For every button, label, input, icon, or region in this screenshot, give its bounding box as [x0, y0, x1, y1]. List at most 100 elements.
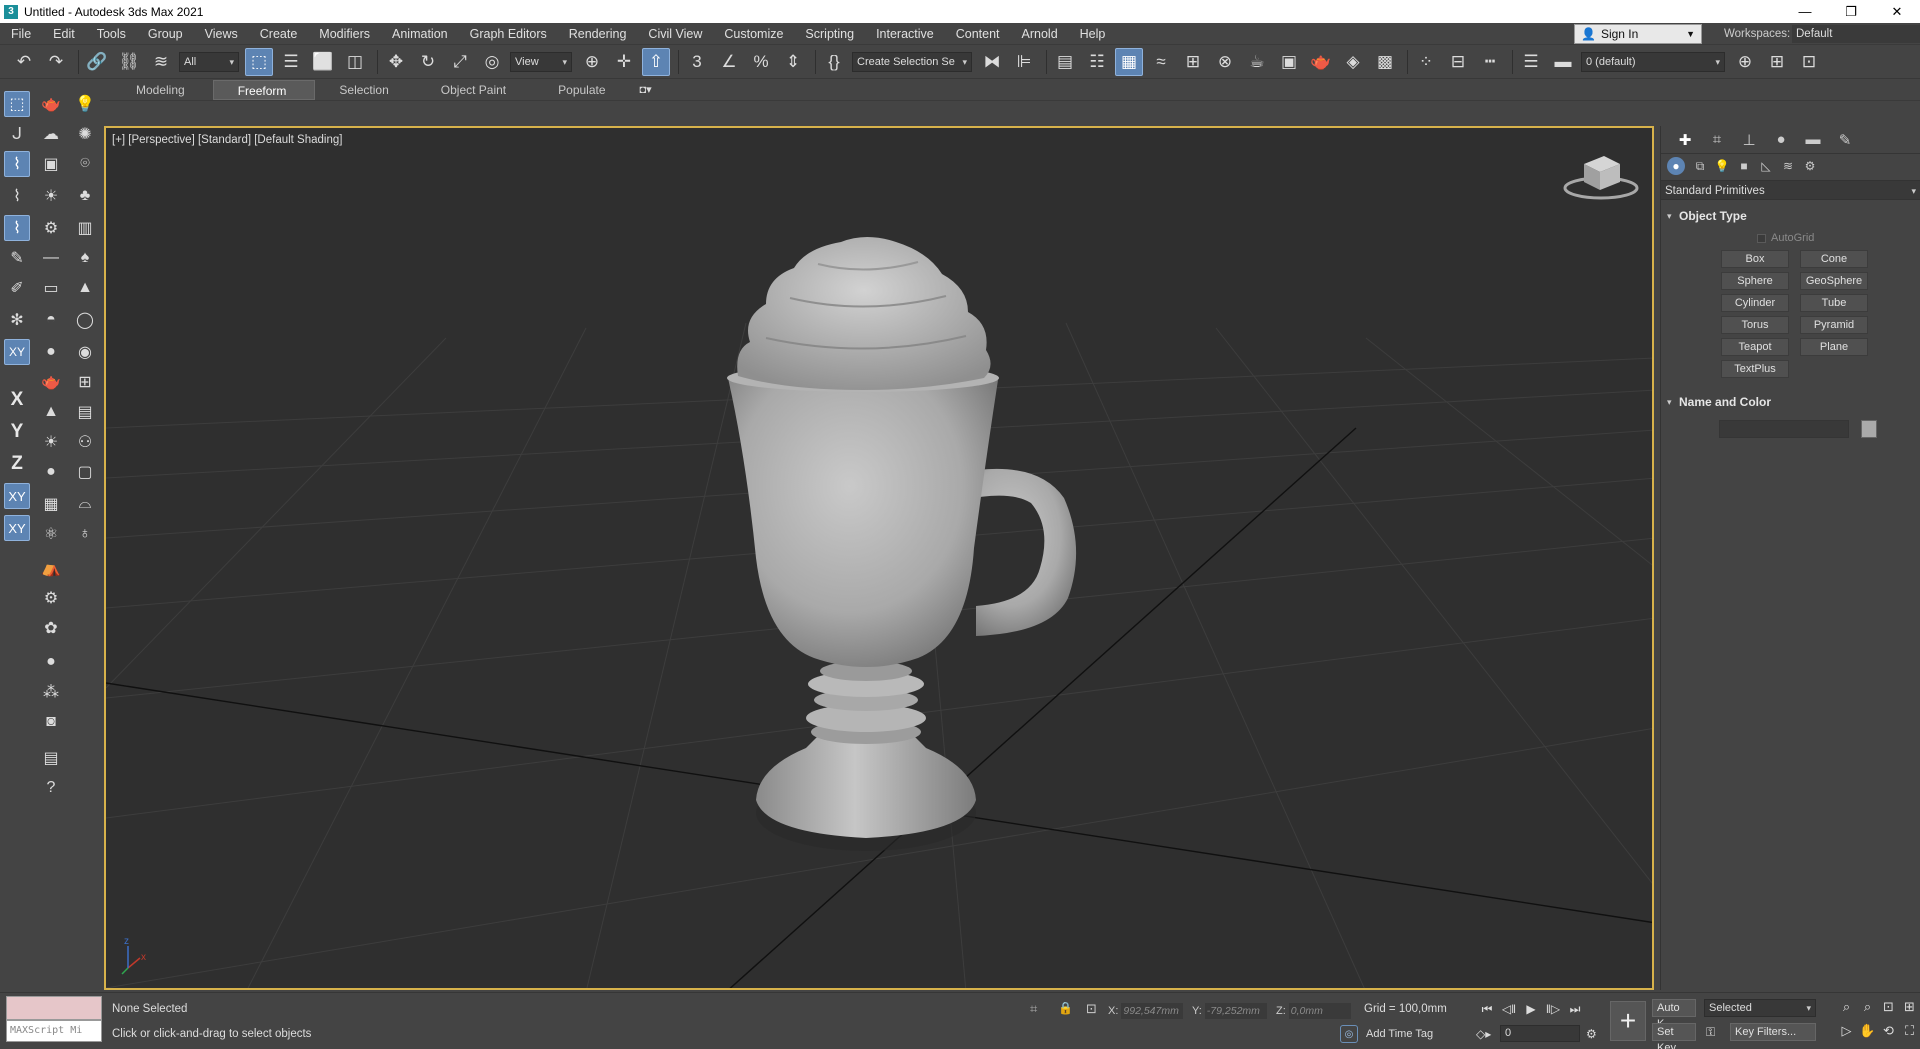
name-and-color-rollout[interactable]: Name and Color	[1661, 392, 1920, 412]
gizmo-icon[interactable]: ⚙	[38, 215, 64, 241]
close-icon[interactable]: ✕	[1874, 0, 1920, 23]
go-to-end-icon[interactable]: ⏭	[1564, 999, 1586, 1019]
paint-select-icon[interactable]: ⌇	[4, 183, 30, 209]
select-region-icon[interactable]: ⬚	[4, 91, 30, 117]
key-selection-dropdown[interactable]: Selected	[1704, 999, 1816, 1017]
space-warps-icon[interactable]: ≋	[1777, 156, 1799, 176]
cone-icon[interactable]: ▲	[38, 399, 64, 425]
bind-spacewarp-icon[interactable]: ≋	[147, 48, 175, 76]
shapes-icon[interactable]: ⧉	[1689, 156, 1711, 176]
create-tab-icon[interactable]: ✚	[1669, 128, 1701, 152]
unlink-icon[interactable]: ⛓	[115, 48, 143, 76]
object-name-field[interactable]	[1719, 420, 1849, 438]
plane-button[interactable]: Plane	[1800, 338, 1868, 356]
zoom-icon[interactable]: ⌕	[1836, 997, 1857, 1017]
modify-tab-icon[interactable]: ⌗	[1701, 128, 1733, 152]
select-object-icon[interactable]: ⬚	[245, 47, 273, 76]
pyramid-icon[interactable]: ▲	[72, 275, 98, 301]
snowflake-icon[interactable]: ✻	[4, 307, 30, 333]
toggle-ribbon-icon[interactable]: ▦	[1115, 47, 1143, 76]
menu-modifiers[interactable]: Modifiers	[308, 23, 381, 45]
motion-tab-icon[interactable]: ●	[1765, 128, 1797, 152]
camera-icon[interactable]: ⌾	[72, 151, 98, 177]
hierarchy-tab-icon[interactable]: ⊥	[1733, 128, 1765, 152]
mouse-icon[interactable]: ⚇	[72, 429, 98, 455]
sphere-button[interactable]: Sphere	[1721, 272, 1789, 290]
cylinder-button[interactable]: Cylinder	[1721, 294, 1789, 312]
create-new-layer-icon[interactable]: ⊕	[1731, 48, 1759, 76]
add-time-tag[interactable]: ◎ Add Time Tag	[1340, 1025, 1433, 1043]
key-mode-icon[interactable]: ◇▸	[1476, 1027, 1496, 1041]
perspective-viewport[interactable]: x z [+] [Perspective] [Standard] [Defaul…	[104, 126, 1654, 990]
mug-model[interactable]	[727, 237, 1077, 851]
utilities-tab-icon[interactable]: ✎	[1829, 128, 1861, 152]
isolate-selection-icon[interactable]: ⌗	[1030, 1001, 1037, 1017]
menu-graph-editors[interactable]: Graph Editors	[459, 23, 558, 45]
axis-z-icon[interactable]: Z	[4, 451, 30, 477]
bulb-outline-icon[interactable]: ♁	[72, 521, 98, 547]
grass-icon[interactable]: ✿	[38, 615, 64, 641]
zoom-extents-all-icon[interactable]: ⊞	[1899, 997, 1920, 1017]
menu-content[interactable]: Content	[945, 23, 1011, 45]
maxscript-input[interactable]: MAXScript Mi	[6, 1020, 102, 1042]
key-filters-button[interactable]: Key Filters...	[1730, 1023, 1816, 1041]
panel-icon[interactable]: ▤	[72, 399, 98, 425]
schematic-view-icon[interactable]: ⊞	[1179, 48, 1207, 76]
clipboard-icon[interactable]: ▤	[38, 745, 64, 771]
gear-icon[interactable]: ⚙	[38, 585, 64, 611]
light-helper-icon[interactable]: ☀	[38, 183, 64, 209]
helpers-icon[interactable]: ◺	[1755, 156, 1777, 176]
y-field[interactable]: -79,252mm	[1204, 1003, 1267, 1019]
menu-help[interactable]: Help	[1069, 23, 1117, 45]
select-by-name-icon[interactable]: ☰	[277, 48, 305, 76]
current-frame-field[interactable]: 0	[1500, 1025, 1580, 1042]
teapot-button[interactable]: Teapot	[1721, 338, 1789, 356]
percent-snap-icon[interactable]: %	[747, 48, 775, 76]
snap-grid-icon[interactable]: ⊟	[1444, 48, 1472, 76]
box-outline-icon[interactable]: ▢	[72, 459, 98, 485]
torus-button[interactable]: Torus	[1721, 316, 1789, 334]
pivot-center-icon[interactable]: ⊕	[578, 48, 606, 76]
reference-coordinate-dropdown[interactable]: View	[510, 51, 572, 72]
layer-toggle-icon[interactable]: ▬	[1549, 48, 1577, 76]
named-selection-dropdown[interactable]: Create Selection Se	[852, 51, 972, 72]
grid-toggle-icon[interactable]: ⁘	[1412, 48, 1440, 76]
curve-editor-icon[interactable]: ≈	[1147, 48, 1175, 76]
menu-rendering[interactable]: Rendering	[558, 23, 638, 45]
cameras-icon[interactable]: ■	[1733, 156, 1755, 176]
ribbon-options-icon[interactable]: ◘▾	[640, 83, 666, 97]
menu-interactive[interactable]: Interactive	[865, 23, 945, 45]
render-setup-icon[interactable]: ☕	[1243, 48, 1271, 76]
sign-in-dropdown[interactable]: 👤 Sign In ▼	[1574, 24, 1702, 44]
pan-icon[interactable]: ✋	[1857, 1021, 1878, 1041]
lights-icon[interactable]: 💡	[1711, 156, 1733, 176]
gold-sphere-icon[interactable]: ●	[38, 459, 64, 485]
tree-icon[interactable]: ♠	[72, 245, 98, 271]
mirror-icon[interactable]: ⧓	[978, 48, 1006, 76]
minimize-icon[interactable]: —	[1782, 0, 1828, 23]
orbit-icon[interactable]: ⟲	[1878, 1021, 1899, 1041]
tab-freeform[interactable]: Freeform	[212, 79, 316, 100]
book-icon[interactable]: ▥	[72, 215, 98, 241]
blue-sphere-icon[interactable]: ●	[38, 649, 64, 675]
sunlight-icon[interactable]: ☀	[38, 429, 64, 455]
rectangular-selection-icon[interactable]: ⬜	[309, 48, 337, 76]
menu-animation[interactable]: Animation	[381, 23, 459, 45]
pencil-icon[interactable]: ✐	[4, 275, 30, 301]
undo-icon[interactable]: ↶	[10, 48, 38, 76]
restore-icon[interactable]: ❐	[1828, 0, 1874, 23]
primitive-category-dropdown[interactable]: Standard Primitives	[1661, 180, 1920, 201]
ruler-icon[interactable]: ┅	[1476, 48, 1504, 76]
geosphere-button[interactable]: GeoSphere	[1800, 272, 1868, 290]
lasso-icon[interactable]: ☁	[38, 121, 64, 147]
box-button[interactable]: Box	[1721, 250, 1789, 268]
freehand-icon[interactable]: ᒍ	[4, 121, 30, 147]
redo-icon[interactable]: ↷	[42, 48, 70, 76]
systems-icon[interactable]: ⚙	[1799, 156, 1821, 176]
axis-x-icon[interactable]: X	[4, 387, 30, 413]
maximize-viewport-icon[interactable]: ⛶	[1899, 1021, 1920, 1041]
object-color-swatch[interactable]	[1861, 420, 1877, 438]
plane-icon[interactable]: ▭	[38, 275, 64, 301]
scene-explorer-icon[interactable]: ▤	[1051, 48, 1079, 76]
menu-group[interactable]: Group	[137, 23, 194, 45]
